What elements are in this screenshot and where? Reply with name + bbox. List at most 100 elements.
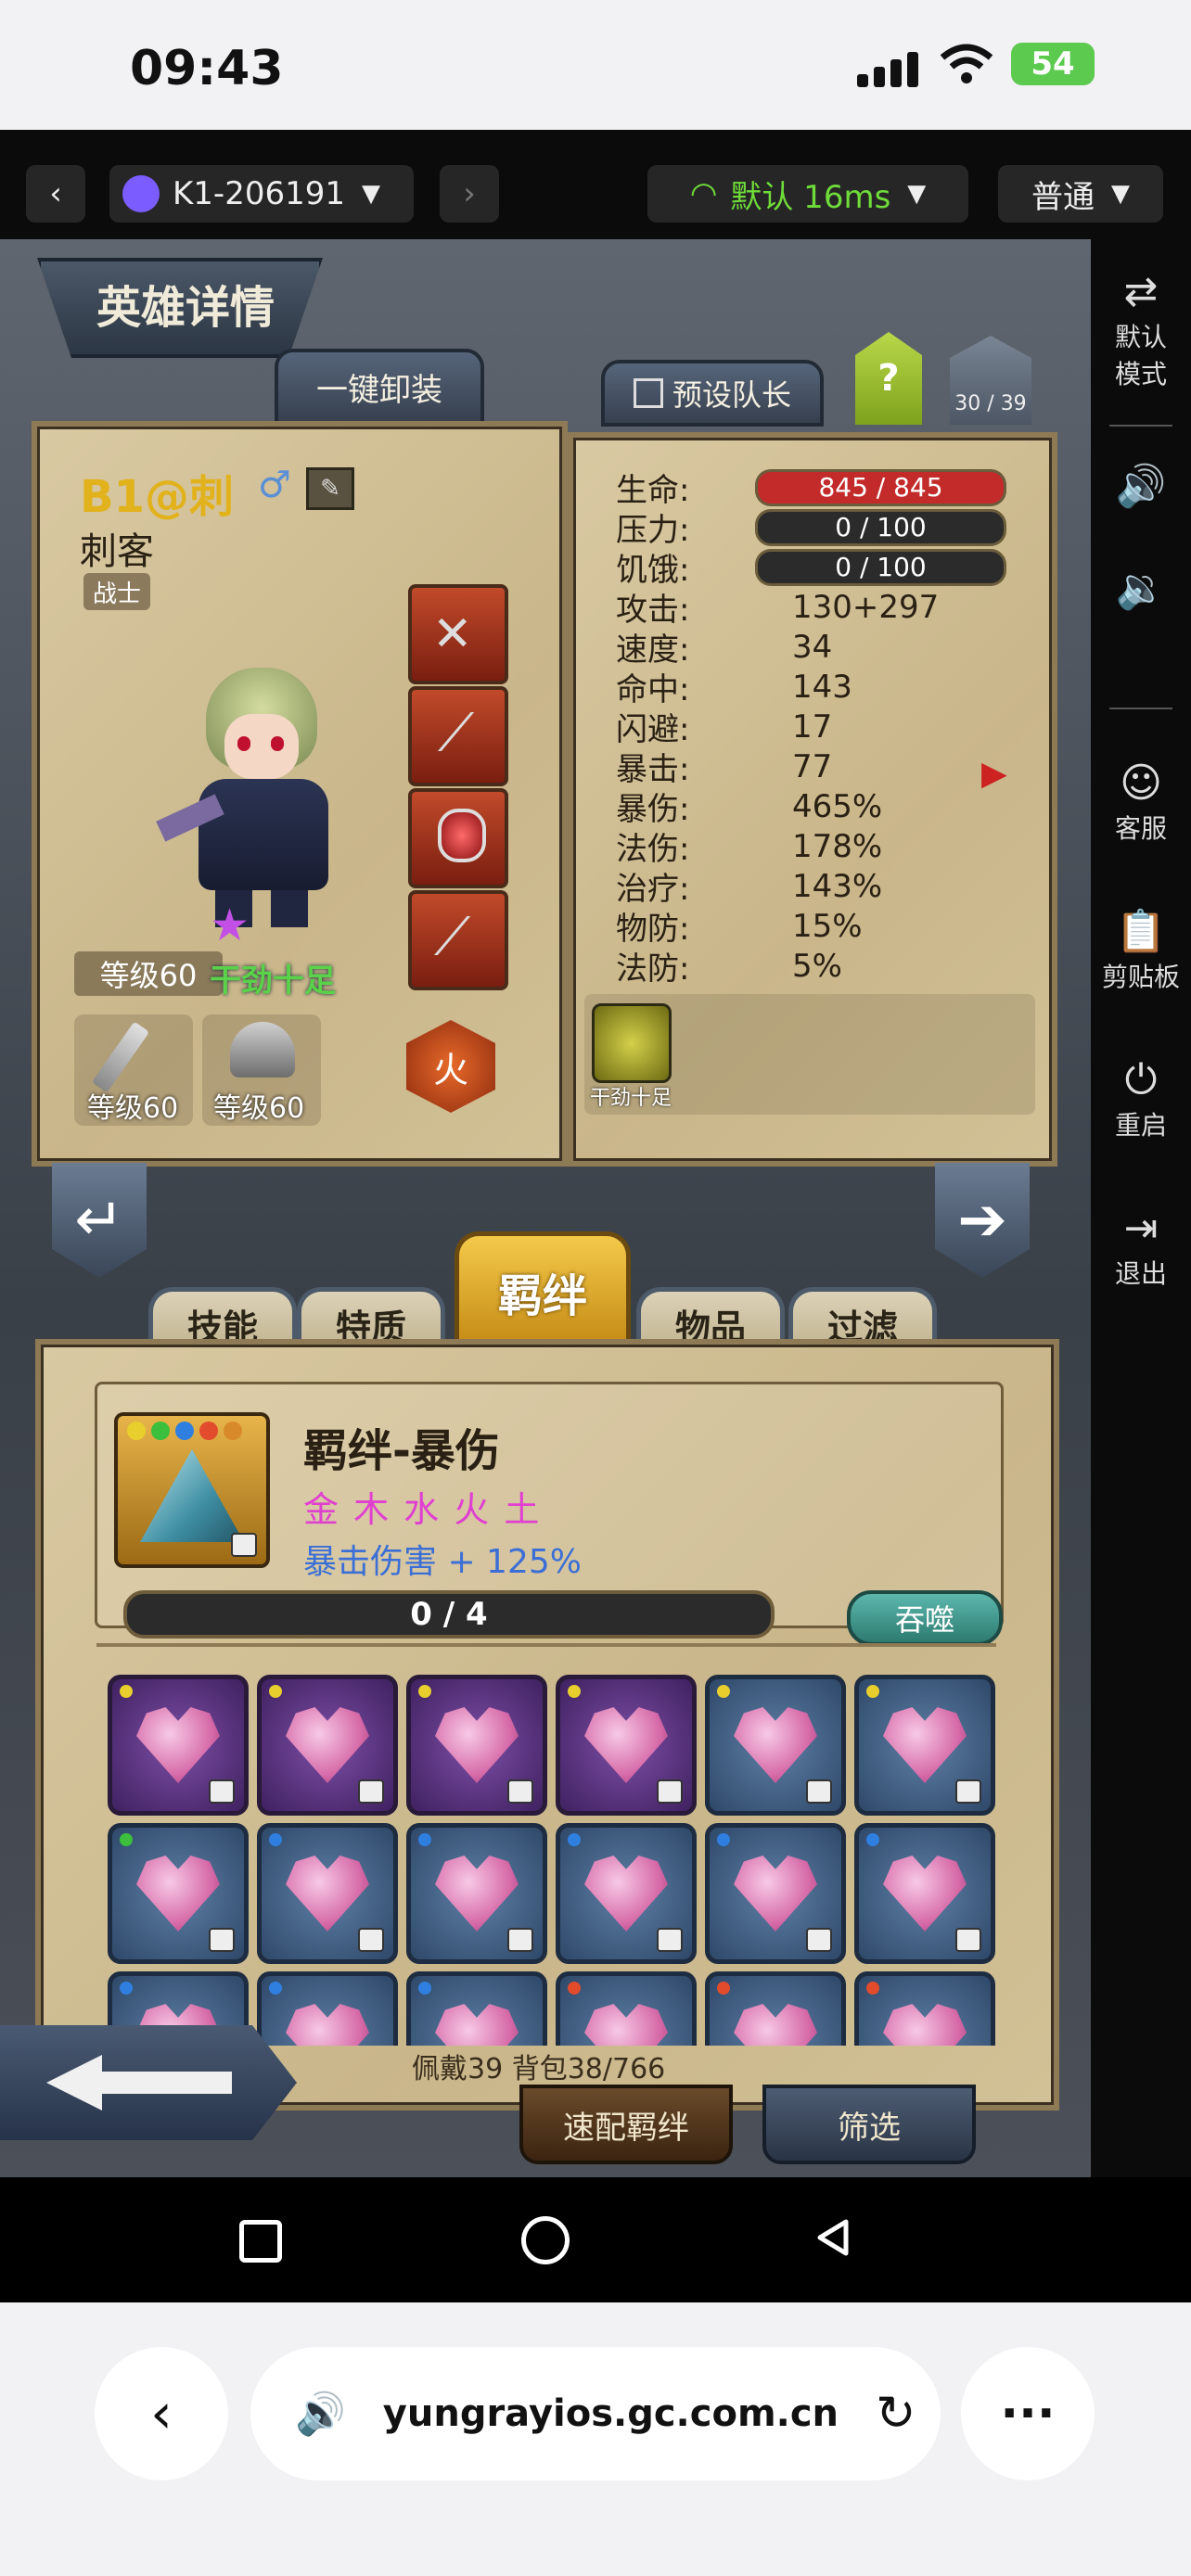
side-button-label: 重启	[1114, 1110, 1167, 1141]
side-button-4[interactable]: 📋 剪贴板	[1091, 907, 1191, 994]
stat-row: 法伤: 178%	[616, 826, 1024, 869]
gem-slot[interactable]	[705, 1971, 846, 2046]
tab-bar: 技能 特质 羁绊 物品 过滤	[148, 1222, 955, 1357]
hero-level: 等级60	[99, 958, 198, 993]
network-label: 默认 16ms	[730, 178, 891, 216]
back-button[interactable]: ‹	[26, 165, 85, 223]
side-button-0[interactable]: ⇄ 默认 模式	[1091, 267, 1191, 391]
reload-icon[interactable]: ↻	[876, 2386, 916, 2442]
prev-hero-button[interactable]: ↵	[52, 1163, 147, 1278]
gem-slot[interactable]	[854, 1971, 995, 2046]
preset-leader-toggle[interactable]: 预设队长	[601, 360, 824, 427]
side-button-6[interactable]: ⇥ 退出	[1091, 1204, 1191, 1291]
home-button[interactable]	[521, 2216, 570, 2264]
lock-icon	[231, 1533, 257, 1557]
address-bar[interactable]: 🔊 yungrayios.gc.com.cn ↻	[250, 2347, 941, 2480]
armor-slot[interactable]: 等级60	[202, 1014, 321, 1126]
hero-name: B1@刺	[80, 471, 234, 523]
equip-slot-3[interactable]	[408, 788, 508, 888]
helmet-icon	[230, 1022, 295, 1078]
bond-gem-frame	[114, 1412, 270, 1568]
stat-label: 压力:	[616, 512, 690, 549]
gem-slot[interactable]	[406, 1675, 547, 1816]
gem-slot[interactable]	[108, 1823, 249, 1964]
hero-role-badge: 战士	[83, 573, 150, 610]
filter-button[interactable]: 筛选	[762, 2085, 976, 2164]
gender-icon: ♂	[258, 464, 291, 506]
lock-icon	[806, 1779, 832, 1804]
devour-label: 吞噬	[894, 1602, 954, 1638]
quality-selector[interactable]: 普通 ▼	[998, 165, 1163, 223]
browser-back-button[interactable]: ‹	[95, 2347, 228, 2480]
side-button-label: 客服	[1114, 813, 1167, 844]
volume-up-icon: 🔊	[1115, 463, 1167, 510]
weapon-slot[interactable]: 等级60	[74, 1014, 193, 1126]
gem-slot[interactable]	[406, 1971, 547, 2046]
forward-button[interactable]: ›	[440, 165, 499, 223]
gem-slot[interactable]	[257, 1675, 398, 1816]
stat-label: 暴伤:	[616, 791, 690, 828]
status-effect-icon	[592, 1003, 672, 1083]
stat-value: 143	[792, 668, 852, 706]
arrow-left-icon	[46, 2055, 232, 2111]
gem-slot[interactable]	[556, 1675, 697, 1816]
back-triangle-button[interactable]	[816, 2218, 850, 2257]
crit-arrow-icon[interactable]: ▶	[981, 755, 1007, 793]
gem-slot[interactable]	[854, 1823, 995, 1964]
armor-level: 等级60	[213, 1092, 305, 1125]
equip-slot-2[interactable]: ⟋	[408, 686, 508, 786]
recents-button[interactable]	[239, 2220, 282, 2263]
element-dot	[120, 1685, 133, 1698]
cellular-signal-icon	[857, 50, 922, 87]
gem-slot[interactable]	[108, 1675, 249, 1816]
gem-slot[interactable]	[854, 1675, 995, 1816]
android-icon	[122, 175, 160, 212]
gem-slot[interactable]	[705, 1675, 846, 1816]
back-arrow-button[interactable]	[0, 2025, 297, 2140]
preset-leader-label: 预设队长	[672, 377, 791, 413]
stat-row: 压力: 0 / 100	[616, 507, 1024, 549]
gem-slot[interactable]	[556, 1823, 697, 1964]
heart-gem-icon	[136, 1855, 220, 1932]
hero-level-badge: 等级60	[74, 951, 223, 996]
side-button-label: 默认 模式	[1114, 322, 1167, 389]
tab-2[interactable]: 羁绊	[455, 1231, 631, 1347]
equip-slot-4[interactable]: ⟋	[408, 890, 508, 990]
help-button[interactable]: ?	[855, 332, 922, 425]
more-options-button[interactable]: ···	[961, 2347, 1095, 2480]
heart-gem-icon	[584, 2004, 668, 2046]
equip-slot-1[interactable]: ✕	[408, 584, 508, 684]
gem-slot[interactable]	[406, 1823, 547, 1964]
unequip-all-button[interactable]: 一键卸装	[275, 349, 484, 425]
reader-audio-icon: 🔊	[295, 2391, 346, 2438]
side-button-2[interactable]: 🔉	[1091, 564, 1191, 614]
gem-slot[interactable]	[257, 1823, 398, 1964]
gem-slot[interactable]	[257, 1971, 398, 2046]
stat-label: 暴击:	[616, 751, 690, 788]
side-button-5[interactable]: ⏻ 重启	[1091, 1055, 1191, 1142]
devour-button[interactable]: 吞噬	[847, 1590, 1003, 1646]
crystal-icon	[140, 1449, 244, 1542]
gem-slot[interactable]	[556, 1971, 697, 2046]
quick-match-button[interactable]: 速配羁绊	[519, 2085, 733, 2164]
stat-row: 生命: 845 / 845	[616, 467, 1024, 509]
device-selector[interactable]: K1-206191 ▼	[109, 165, 414, 223]
side-button-3[interactable]: ☺ 客服	[1091, 759, 1191, 846]
side-button-1[interactable]: 🔊	[1091, 462, 1191, 512]
status-effect-panel: 干劲十足	[584, 994, 1035, 1115]
element-dot	[717, 1685, 730, 1698]
element-dot	[866, 1982, 879, 1995]
exit-icon: ⇥	[1123, 1205, 1159, 1252]
stat-row: 速度: 34	[616, 627, 1024, 670]
game-viewport[interactable]: 英雄详情 一键卸装 预设队长 ? 30 / 39 B1@刺 ♂ ✎ 刺客 战士	[0, 239, 1091, 2177]
heart-gem-icon	[136, 1707, 220, 1783]
hero-class: 刺客	[80, 530, 154, 573]
network-selector[interactable]: ◠ 默认 16ms ▼	[647, 165, 968, 223]
stat-row: 物防: 15%	[616, 906, 1024, 949]
checkbox-icon	[633, 378, 663, 408]
side-button-label: 退出	[1114, 1258, 1167, 1289]
gem-slot[interactable]	[705, 1823, 846, 1964]
lock-icon	[955, 1928, 981, 1952]
rename-icon[interactable]: ✎	[306, 467, 354, 510]
chevron-down-icon: ▼	[362, 180, 380, 208]
